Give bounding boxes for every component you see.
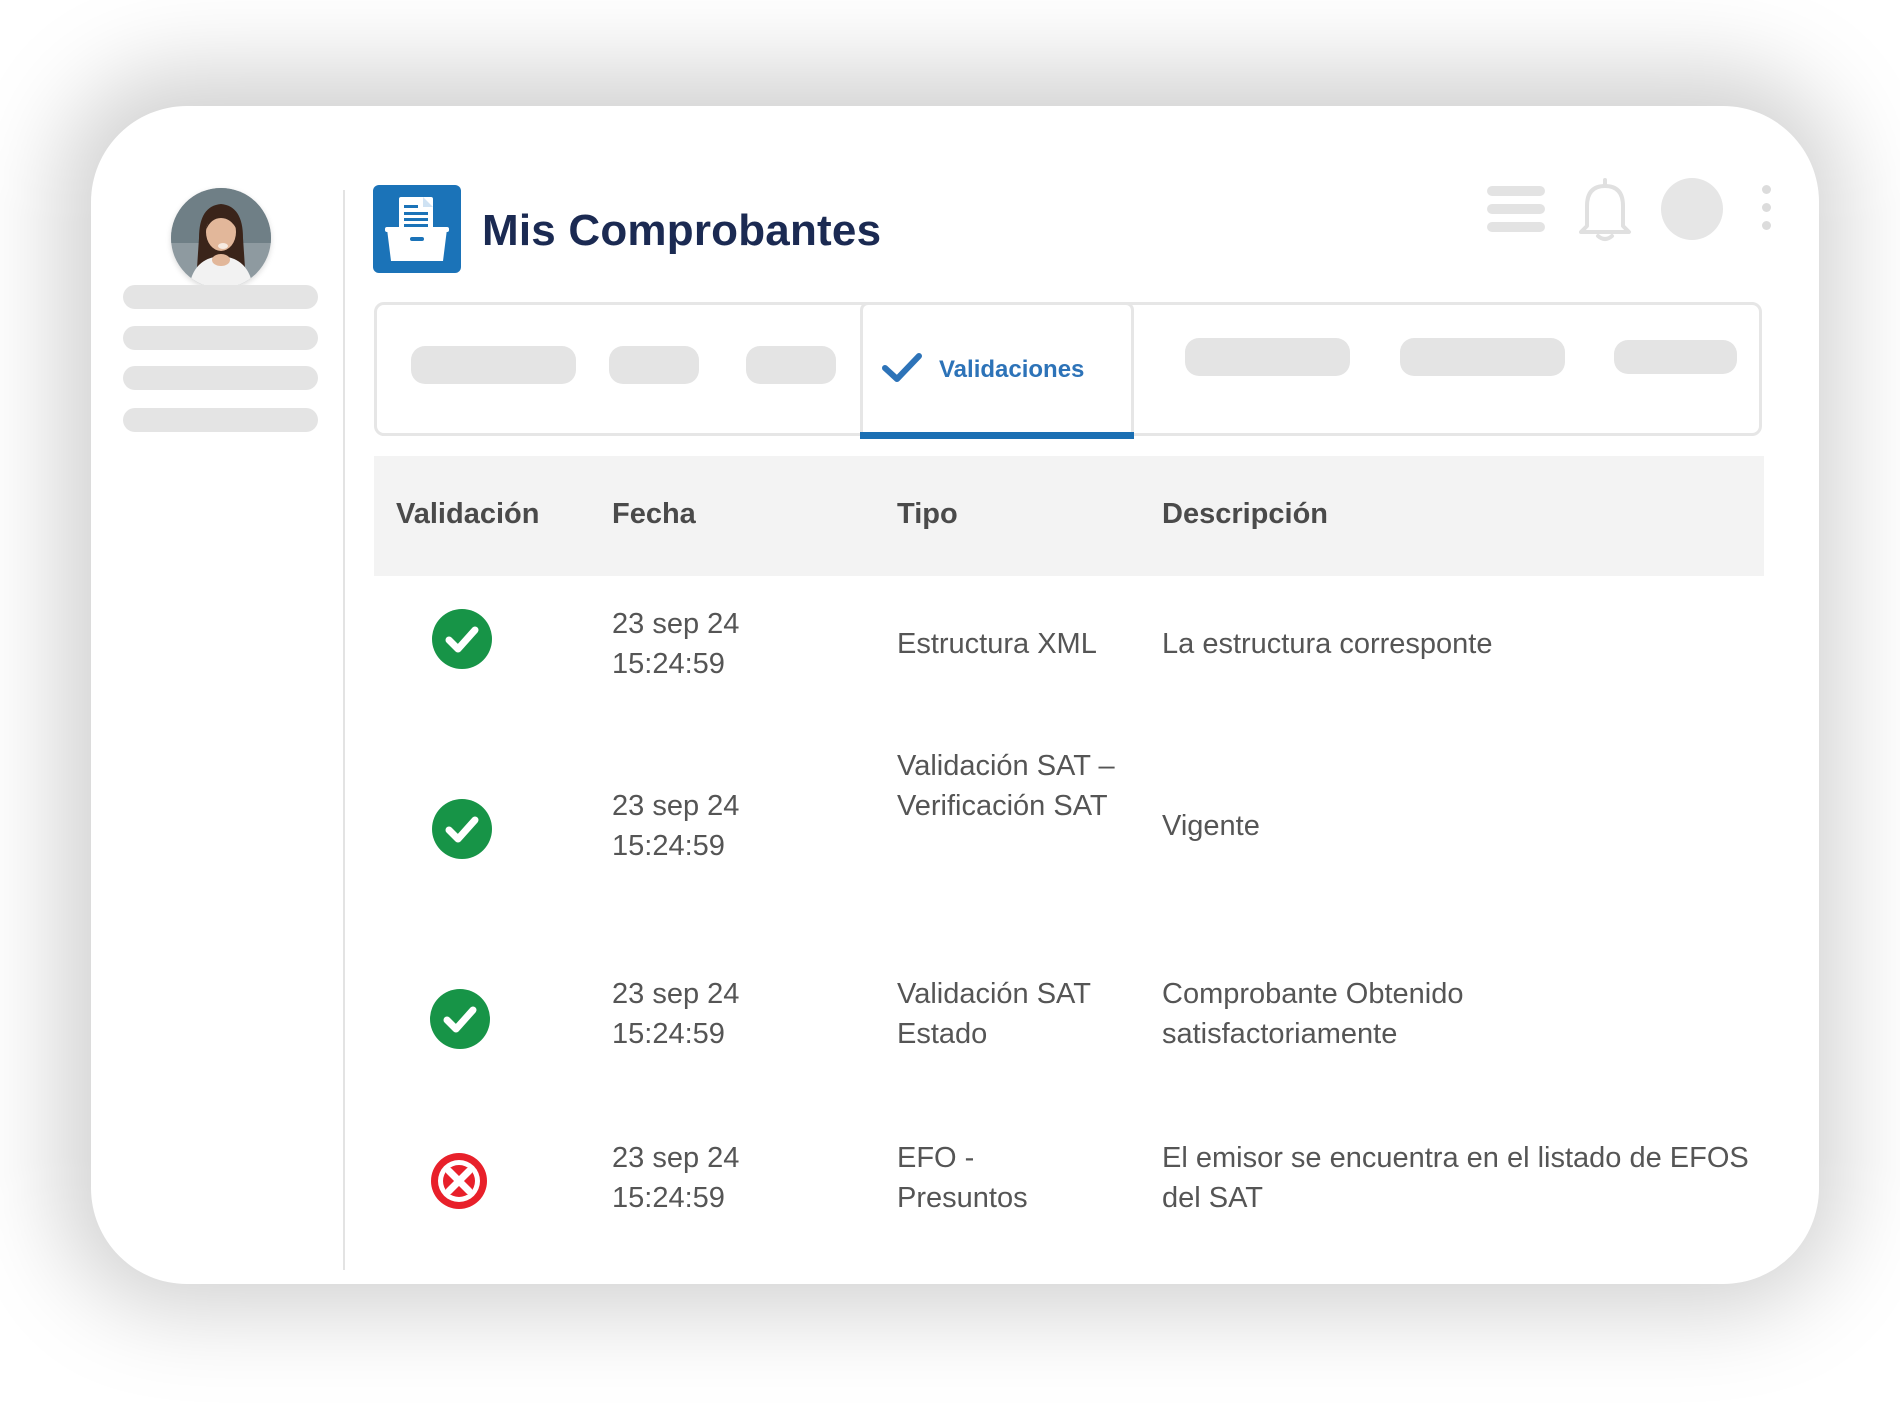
fecha-cell: 23 sep 24 15:24:59 xyxy=(612,1138,739,1218)
fecha-date: 23 sep 24 xyxy=(612,608,740,640)
checkmark-icon xyxy=(881,352,923,384)
column-header-fecha[interactable]: Fecha xyxy=(612,498,696,531)
page-title: Mis Comprobantes xyxy=(482,206,882,255)
bell-icon[interactable] xyxy=(1577,176,1633,242)
tab-placeholder[interactable] xyxy=(1400,338,1565,376)
descripcion-cell: Comprobante Obtenido satisfactoriamente xyxy=(1162,978,1464,1050)
sidebar-divider xyxy=(343,190,345,1270)
tab-placeholder[interactable] xyxy=(411,346,576,384)
x-circle-icon xyxy=(430,1152,488,1210)
sidebar-item-placeholder[interactable] xyxy=(123,326,318,350)
descripcion-cell: El emisor se encuentra en el listado de … xyxy=(1162,1142,1749,1214)
kebab-menu-icon[interactable] xyxy=(1762,185,1772,235)
column-header-tipo[interactable]: Tipo xyxy=(897,498,958,531)
tipo-cell: Estructura XML xyxy=(897,628,1097,660)
app-window: Mis Comprobantes Validaciones Validación… xyxy=(91,106,1819,1284)
tab-placeholder[interactable] xyxy=(1614,340,1737,374)
sidebar-item-placeholder[interactable] xyxy=(123,285,318,309)
fecha-time: 15:24:59 xyxy=(612,648,725,680)
sidebar-item-placeholder[interactable] xyxy=(123,408,318,432)
tab-label-validaciones: Validaciones xyxy=(939,356,1085,383)
active-tab-indicator xyxy=(860,432,1134,439)
descripcion-cell: La estructura corresponte xyxy=(1162,628,1493,660)
column-header-validacion[interactable]: Validación xyxy=(396,498,539,531)
check-circle-icon xyxy=(431,608,493,670)
screen: Mis Comprobantes Validaciones Validación… xyxy=(0,0,1900,1428)
tab-placeholder[interactable] xyxy=(609,346,699,384)
avatar-photo xyxy=(171,188,271,288)
tab-placeholder[interactable] xyxy=(746,346,836,384)
fecha-cell: 23 sep 24 15:24:59 xyxy=(612,786,739,866)
fecha-date: 23 sep 24 xyxy=(612,790,740,822)
user-avatar[interactable] xyxy=(171,188,271,288)
fecha-date: 23 sep 24 xyxy=(612,978,740,1010)
fecha-time: 15:24:59 xyxy=(612,1182,725,1214)
tipo-cell: EFO - Presuntos xyxy=(897,1142,1028,1214)
fecha-time: 15:24:59 xyxy=(612,830,725,862)
descripcion-cell: Vigente xyxy=(1162,810,1260,842)
check-circle-icon xyxy=(429,988,491,1050)
tab-placeholder[interactable] xyxy=(1185,338,1350,376)
folder-document-icon xyxy=(373,185,461,273)
check-circle-icon xyxy=(431,798,493,860)
tipo-cell: Validación SAT Estado xyxy=(897,978,1091,1050)
fecha-date: 23 sep 24 xyxy=(612,1142,740,1174)
fecha-cell: 23 sep 24 15:24:59 xyxy=(612,974,739,1054)
fecha-time: 15:24:59 xyxy=(612,1018,725,1050)
sidebar-item-placeholder[interactable] xyxy=(123,366,318,390)
hamburger-menu-icon[interactable] xyxy=(1487,186,1547,236)
tipo-cell: Validación SAT – Verificación SAT xyxy=(897,750,1115,822)
fecha-cell: 23 sep 24 15:24:59 xyxy=(612,604,739,684)
column-header-descripcion[interactable]: Descripción xyxy=(1162,498,1328,531)
table-header xyxy=(374,456,1764,576)
profile-avatar-placeholder[interactable] xyxy=(1661,178,1723,240)
